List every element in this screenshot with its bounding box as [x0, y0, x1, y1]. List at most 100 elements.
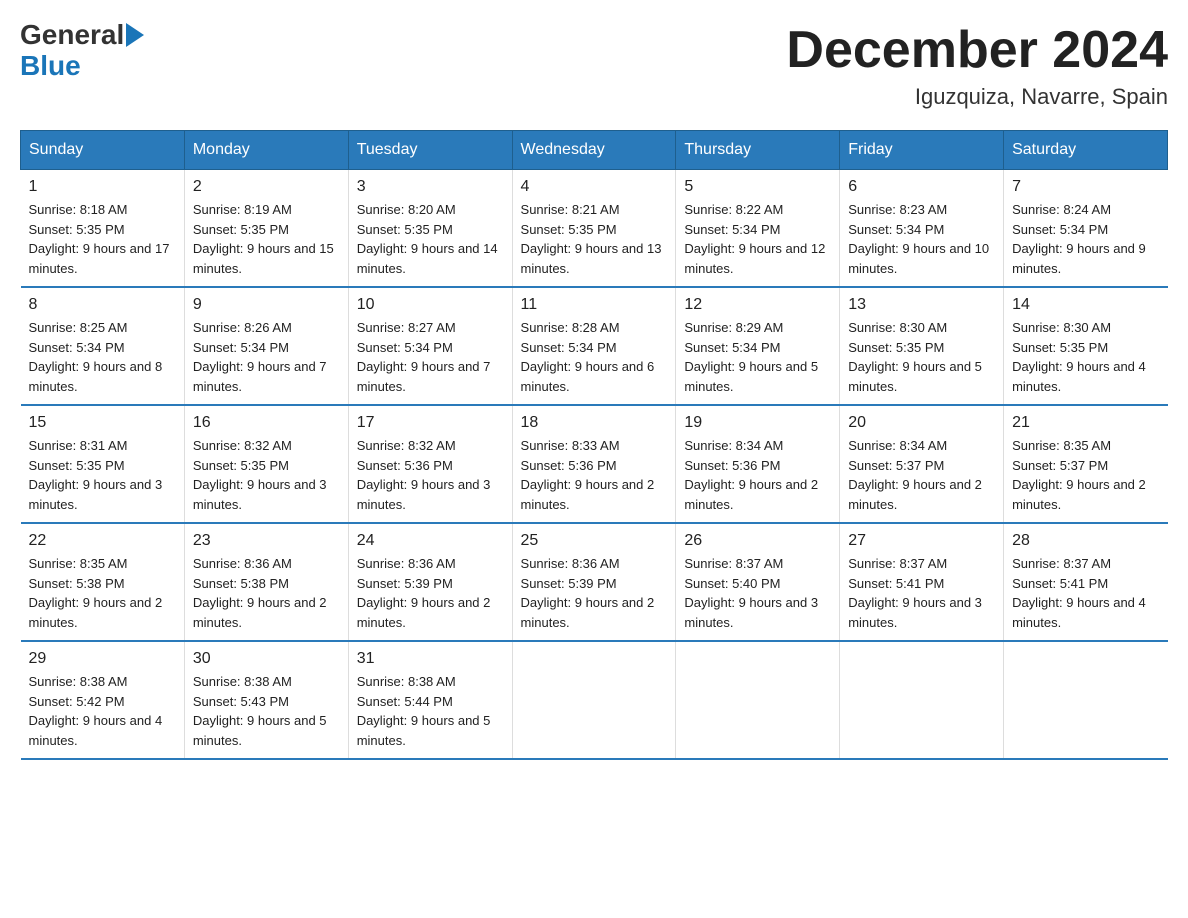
logo: General Blue: [20, 20, 146, 82]
day-number: 27: [848, 532, 995, 550]
day-number: 1: [29, 178, 176, 196]
day-info: Sunrise: 8:23 AM Sunset: 5:34 PM Dayligh…: [848, 200, 995, 278]
logo-blue: Blue: [20, 51, 146, 82]
calendar-header: Sunday Monday Tuesday Wednesday Thursday…: [21, 131, 1168, 170]
day-number: 14: [1012, 296, 1159, 314]
day-info: Sunrise: 8:36 AM Sunset: 5:38 PM Dayligh…: [193, 554, 340, 632]
day-info: Sunrise: 8:32 AM Sunset: 5:35 PM Dayligh…: [193, 436, 340, 514]
day-number: 3: [357, 178, 504, 196]
calendar-cell: 9 Sunrise: 8:26 AM Sunset: 5:34 PM Dayli…: [184, 287, 348, 405]
calendar-cell: 1 Sunrise: 8:18 AM Sunset: 5:35 PM Dayli…: [21, 170, 185, 288]
day-number: 6: [848, 178, 995, 196]
header-row: Sunday Monday Tuesday Wednesday Thursday…: [21, 131, 1168, 170]
day-number: 25: [521, 532, 668, 550]
col-wednesday: Wednesday: [512, 131, 676, 170]
day-info: Sunrise: 8:25 AM Sunset: 5:34 PM Dayligh…: [29, 318, 176, 396]
calendar-cell: 10 Sunrise: 8:27 AM Sunset: 5:34 PM Dayl…: [348, 287, 512, 405]
day-number: 2: [193, 178, 340, 196]
day-info: Sunrise: 8:20 AM Sunset: 5:35 PM Dayligh…: [357, 200, 504, 278]
calendar-week-4: 22 Sunrise: 8:35 AM Sunset: 5:38 PM Dayl…: [21, 523, 1168, 641]
col-sunday: Sunday: [21, 131, 185, 170]
day-number: 24: [357, 532, 504, 550]
day-number: 18: [521, 414, 668, 432]
day-info: Sunrise: 8:33 AM Sunset: 5:36 PM Dayligh…: [521, 436, 668, 514]
day-info: Sunrise: 8:35 AM Sunset: 5:38 PM Dayligh…: [29, 554, 176, 632]
day-info: Sunrise: 8:28 AM Sunset: 5:34 PM Dayligh…: [521, 318, 668, 396]
calendar-cell: 18 Sunrise: 8:33 AM Sunset: 5:36 PM Dayl…: [512, 405, 676, 523]
calendar-cell: 11 Sunrise: 8:28 AM Sunset: 5:34 PM Dayl…: [512, 287, 676, 405]
calendar-week-3: 15 Sunrise: 8:31 AM Sunset: 5:35 PM Dayl…: [21, 405, 1168, 523]
day-info: Sunrise: 8:27 AM Sunset: 5:34 PM Dayligh…: [357, 318, 504, 396]
calendar-cell: [840, 641, 1004, 759]
day-info: Sunrise: 8:38 AM Sunset: 5:44 PM Dayligh…: [357, 672, 504, 750]
calendar-cell: 31 Sunrise: 8:38 AM Sunset: 5:44 PM Dayl…: [348, 641, 512, 759]
day-info: Sunrise: 8:37 AM Sunset: 5:41 PM Dayligh…: [848, 554, 995, 632]
day-number: 15: [29, 414, 176, 432]
day-number: 5: [684, 178, 831, 196]
day-number: 28: [1012, 532, 1159, 550]
day-number: 7: [1012, 178, 1159, 196]
calendar-cell: 6 Sunrise: 8:23 AM Sunset: 5:34 PM Dayli…: [840, 170, 1004, 288]
col-tuesday: Tuesday: [348, 131, 512, 170]
day-info: Sunrise: 8:38 AM Sunset: 5:42 PM Dayligh…: [29, 672, 176, 750]
calendar-cell: 19 Sunrise: 8:34 AM Sunset: 5:36 PM Dayl…: [676, 405, 840, 523]
day-number: 20: [848, 414, 995, 432]
day-info: Sunrise: 8:34 AM Sunset: 5:37 PM Dayligh…: [848, 436, 995, 514]
col-saturday: Saturday: [1004, 131, 1168, 170]
calendar-cell: 16 Sunrise: 8:32 AM Sunset: 5:35 PM Dayl…: [184, 405, 348, 523]
logo-arrow-icon: [126, 23, 144, 47]
calendar-cell: 26 Sunrise: 8:37 AM Sunset: 5:40 PM Dayl…: [676, 523, 840, 641]
day-number: 12: [684, 296, 831, 314]
day-info: Sunrise: 8:38 AM Sunset: 5:43 PM Dayligh…: [193, 672, 340, 750]
day-info: Sunrise: 8:34 AM Sunset: 5:36 PM Dayligh…: [684, 436, 831, 514]
calendar-cell: 8 Sunrise: 8:25 AM Sunset: 5:34 PM Dayli…: [21, 287, 185, 405]
calendar-cell: 29 Sunrise: 8:38 AM Sunset: 5:42 PM Dayl…: [21, 641, 185, 759]
day-info: Sunrise: 8:35 AM Sunset: 5:37 PM Dayligh…: [1012, 436, 1159, 514]
col-monday: Monday: [184, 131, 348, 170]
day-number: 4: [521, 178, 668, 196]
day-number: 16: [193, 414, 340, 432]
calendar-cell: [1004, 641, 1168, 759]
calendar-cell: 22 Sunrise: 8:35 AM Sunset: 5:38 PM Dayl…: [21, 523, 185, 641]
calendar-cell: 30 Sunrise: 8:38 AM Sunset: 5:43 PM Dayl…: [184, 641, 348, 759]
col-friday: Friday: [840, 131, 1004, 170]
calendar-cell: 2 Sunrise: 8:19 AM Sunset: 5:35 PM Dayli…: [184, 170, 348, 288]
calendar-cell: 3 Sunrise: 8:20 AM Sunset: 5:35 PM Dayli…: [348, 170, 512, 288]
calendar-cell: [512, 641, 676, 759]
calendar-cell: 17 Sunrise: 8:32 AM Sunset: 5:36 PM Dayl…: [348, 405, 512, 523]
day-info: Sunrise: 8:36 AM Sunset: 5:39 PM Dayligh…: [357, 554, 504, 632]
calendar-cell: 13 Sunrise: 8:30 AM Sunset: 5:35 PM Dayl…: [840, 287, 1004, 405]
day-info: Sunrise: 8:36 AM Sunset: 5:39 PM Dayligh…: [521, 554, 668, 632]
calendar-week-5: 29 Sunrise: 8:38 AM Sunset: 5:42 PM Dayl…: [21, 641, 1168, 759]
day-info: Sunrise: 8:30 AM Sunset: 5:35 PM Dayligh…: [848, 318, 995, 396]
day-number: 13: [848, 296, 995, 314]
calendar-table: Sunday Monday Tuesday Wednesday Thursday…: [20, 130, 1168, 760]
day-info: Sunrise: 8:24 AM Sunset: 5:34 PM Dayligh…: [1012, 200, 1159, 278]
day-info: Sunrise: 8:32 AM Sunset: 5:36 PM Dayligh…: [357, 436, 504, 514]
calendar-body: 1 Sunrise: 8:18 AM Sunset: 5:35 PM Dayli…: [21, 170, 1168, 760]
page-header: General Blue December 2024 Iguzquiza, Na…: [20, 20, 1168, 110]
logo-general: General: [20, 20, 124, 51]
day-info: Sunrise: 8:29 AM Sunset: 5:34 PM Dayligh…: [684, 318, 831, 396]
day-info: Sunrise: 8:31 AM Sunset: 5:35 PM Dayligh…: [29, 436, 176, 514]
calendar-cell: 5 Sunrise: 8:22 AM Sunset: 5:34 PM Dayli…: [676, 170, 840, 288]
calendar-cell: 7 Sunrise: 8:24 AM Sunset: 5:34 PM Dayli…: [1004, 170, 1168, 288]
title-area: December 2024 Iguzquiza, Navarre, Spain: [786, 20, 1168, 110]
day-number: 29: [29, 650, 176, 668]
day-info: Sunrise: 8:18 AM Sunset: 5:35 PM Dayligh…: [29, 200, 176, 278]
day-number: 11: [521, 296, 668, 314]
calendar-cell: 4 Sunrise: 8:21 AM Sunset: 5:35 PM Dayli…: [512, 170, 676, 288]
col-thursday: Thursday: [676, 131, 840, 170]
day-number: 30: [193, 650, 340, 668]
calendar-cell: 23 Sunrise: 8:36 AM Sunset: 5:38 PM Dayl…: [184, 523, 348, 641]
location: Iguzquiza, Navarre, Spain: [786, 84, 1168, 110]
day-info: Sunrise: 8:26 AM Sunset: 5:34 PM Dayligh…: [193, 318, 340, 396]
calendar-cell: 27 Sunrise: 8:37 AM Sunset: 5:41 PM Dayl…: [840, 523, 1004, 641]
day-info: Sunrise: 8:37 AM Sunset: 5:41 PM Dayligh…: [1012, 554, 1159, 632]
calendar-cell: 28 Sunrise: 8:37 AM Sunset: 5:41 PM Dayl…: [1004, 523, 1168, 641]
calendar-cell: 24 Sunrise: 8:36 AM Sunset: 5:39 PM Dayl…: [348, 523, 512, 641]
day-info: Sunrise: 8:19 AM Sunset: 5:35 PM Dayligh…: [193, 200, 340, 278]
day-info: Sunrise: 8:22 AM Sunset: 5:34 PM Dayligh…: [684, 200, 831, 278]
month-title: December 2024: [786, 20, 1168, 80]
day-info: Sunrise: 8:37 AM Sunset: 5:40 PM Dayligh…: [684, 554, 831, 632]
